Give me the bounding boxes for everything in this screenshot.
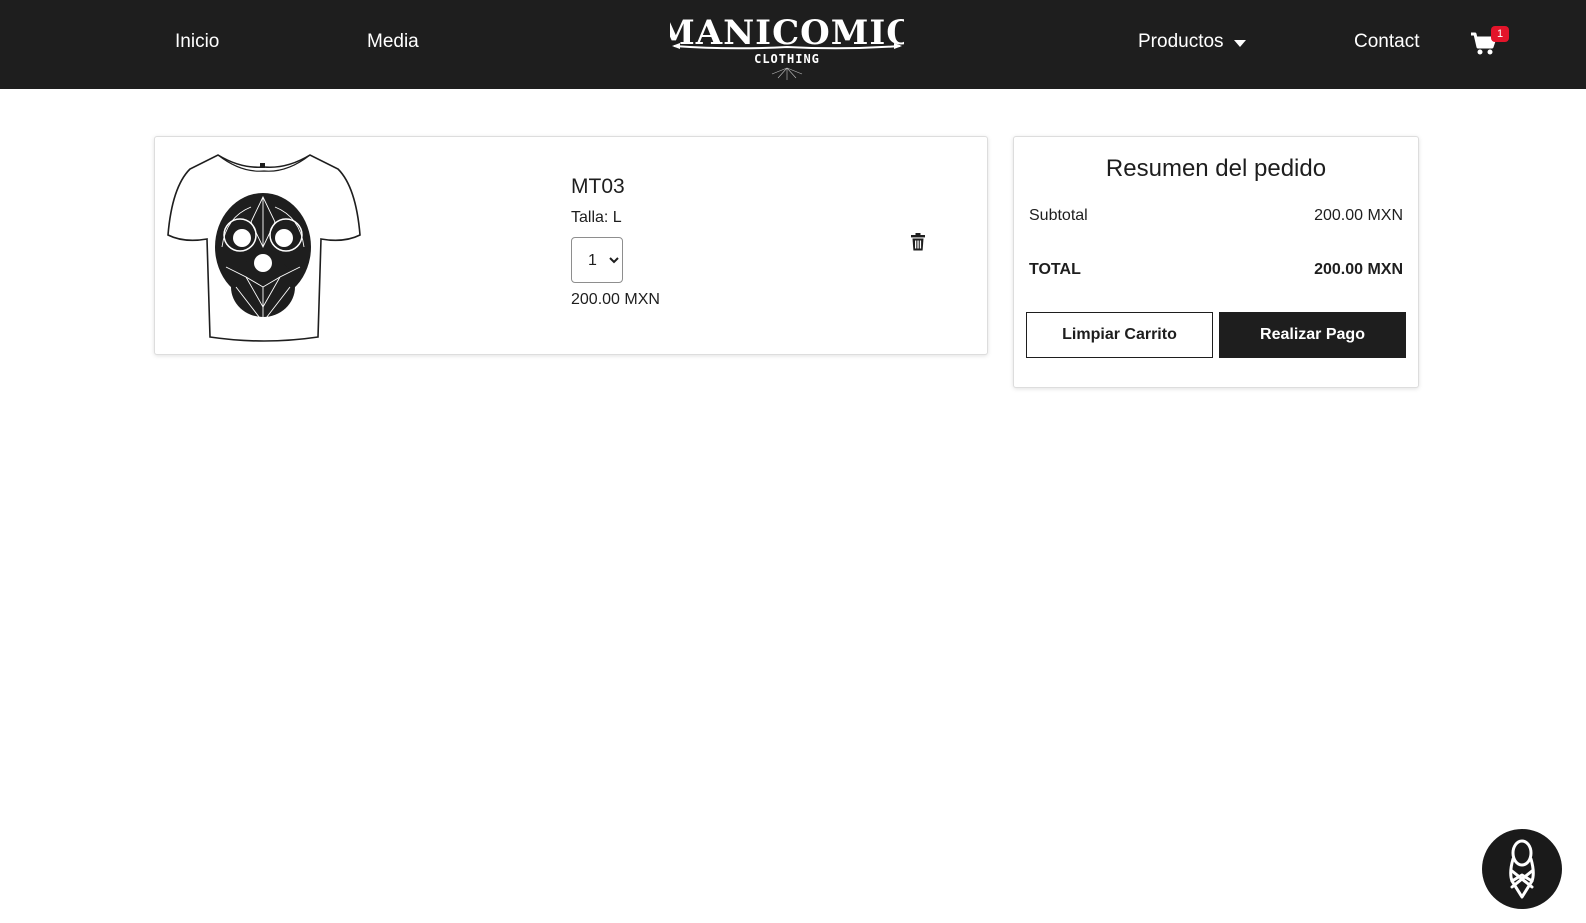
item-price: 200.00 MXN [571, 291, 660, 308]
brand-logo[interactable]: MANICOMIO CLOTHING [670, 6, 904, 82]
total-value: 200.00 MXN [1314, 261, 1403, 278]
nav-contact[interactable]: Contact [1354, 31, 1419, 53]
nav-media[interactable]: Media [367, 31, 419, 53]
subtotal-label: Subtotal [1029, 207, 1088, 224]
clear-cart-button[interactable]: Limpiar Carrito [1026, 312, 1213, 358]
total-label: TOTAL [1029, 261, 1081, 278]
subtotal-value: 200.00 MXN [1314, 207, 1403, 224]
hand-logo-icon[interactable] [1482, 829, 1562, 909]
order-summary: Resumen del pedido Subtotal 200.00 MXN T… [1013, 136, 1419, 388]
item-size: Talla: L [571, 209, 622, 226]
nav-productos-label: Productos [1138, 31, 1224, 52]
product-image [166, 147, 362, 343]
checkout-button[interactable]: Realizar Pago [1219, 312, 1406, 358]
nav-inicio[interactable]: Inicio [175, 31, 219, 53]
cart-item-card: MT03 Talla: L 1 200.00 MXN [154, 136, 988, 355]
item-name: MT03 [571, 175, 625, 198]
navbar: Inicio Media MANICOMIO CLOTHING Producto… [0, 0, 1586, 89]
cart-count-badge: 1 [1491, 26, 1509, 42]
logo-graphic: MANICOMIO CLOTHING [670, 13, 904, 80]
svg-text:CLOTHING: CLOTHING [754, 52, 820, 66]
summary-title: Resumen del pedido [1105, 155, 1327, 182]
trash-icon[interactable] [910, 233, 926, 251]
caret-down-icon [1233, 39, 1246, 47]
quantity-select[interactable]: 1 [571, 237, 623, 283]
nav-productos-dropdown[interactable]: Productos [1138, 31, 1246, 53]
